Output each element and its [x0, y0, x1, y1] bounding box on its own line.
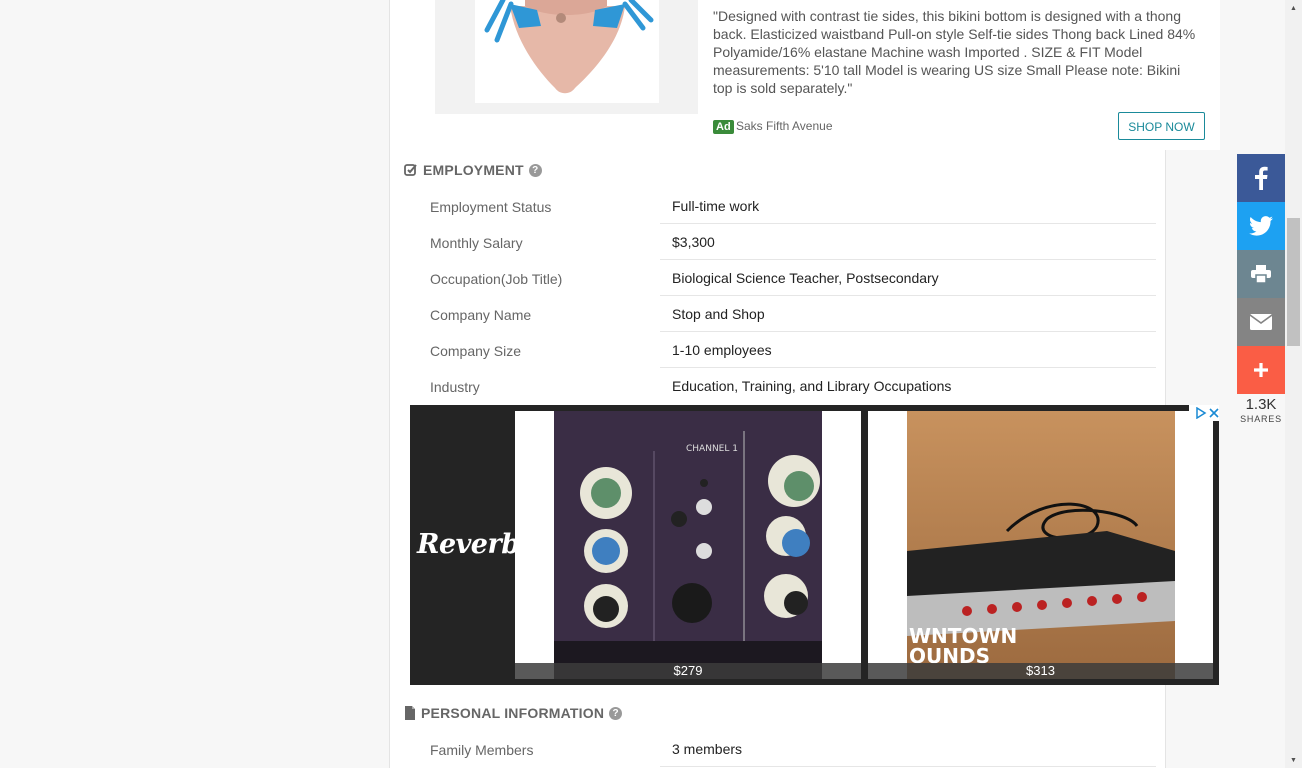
reverb-ad-banner[interactable]: Reverb CHANNEL 1 $279 WNTOWN OUNDS $313 [410, 405, 1219, 685]
facebook-icon [1255, 166, 1268, 190]
row-label: Monthly Salary [430, 235, 523, 251]
print-share-button[interactable] [1237, 250, 1285, 298]
adchoices-icon[interactable] [1195, 407, 1207, 419]
scroll-down-arrow[interactable]: ▼ [1285, 752, 1302, 768]
reverb-logo[interactable]: Reverb [417, 529, 520, 560]
twitter-icon [1249, 216, 1273, 236]
scroll-up-arrow[interactable]: ▲ [1285, 0, 1302, 16]
print-icon [1251, 265, 1271, 283]
employment-section-header: EMPLOYMENT ? [404, 162, 542, 178]
checkbox-edit-icon [404, 164, 417, 176]
row-label: Occupation(Job Title) [430, 271, 563, 287]
scrollbar[interactable]: ▲ ▼ [1285, 0, 1302, 768]
row-label: Industry [430, 379, 480, 395]
ad-description[interactable]: "Designed with contrast tie sides, this … [713, 7, 1198, 97]
ad-badge: Ad [713, 120, 734, 134]
help-icon[interactable]: ? [528, 163, 542, 177]
share-label: SHARES [1240, 414, 1282, 424]
row-value: 1-10 employees [660, 333, 1156, 368]
share-bar: 1.3K SHARES [1237, 154, 1285, 425]
table-row: Employment Status Full-time work [404, 189, 1156, 225]
plus-icon [1254, 363, 1268, 377]
more-share-button[interactable] [1237, 346, 1285, 394]
table-row: Family Members 3 members [404, 732, 1156, 768]
row-value: $3,300 [660, 225, 1156, 260]
file-icon [405, 706, 415, 720]
row-label: Employment Status [430, 199, 552, 215]
help-icon[interactable]: ? [609, 706, 623, 720]
row-value: Education, Training, and Library Occupat… [672, 378, 952, 394]
email-share-button[interactable] [1237, 298, 1285, 346]
scrollbar-thumb[interactable] [1287, 218, 1300, 346]
row-label: Family Members [430, 742, 534, 758]
product-price[interactable]: $279 [515, 663, 861, 679]
row-value: 3 members [660, 732, 1156, 767]
facebook-share-button[interactable] [1237, 154, 1285, 202]
product-price[interactable]: $313 [868, 663, 1213, 679]
row-value: Stop and Shop [660, 297, 1156, 332]
ad-sponsor-name[interactable]: Saks Fifth Avenue [736, 119, 833, 133]
twitter-share-button[interactable] [1237, 202, 1285, 250]
table-row: Monthly Salary $3,300 [404, 225, 1156, 261]
row-label: Company Size [430, 343, 522, 359]
table-row: Company Size 1-10 employees [404, 333, 1156, 369]
table-row: Occupation(Job Title) Biological Science… [404, 261, 1156, 297]
row-label: Company Name [430, 307, 532, 323]
employment-section-title: EMPLOYMENT [423, 162, 524, 178]
table-row: Industry Education, Training, and Librar… [404, 369, 1156, 405]
row-value: Biological Science Teacher, Postsecondar… [660, 261, 1156, 296]
audio-equalizer-knobs-image[interactable]: CHANNEL 1 [554, 411, 822, 679]
row-value: Full-time work [660, 189, 1156, 224]
product-card[interactable]: CHANNEL 1 $279 [515, 411, 861, 679]
shop-now-button[interactable]: SHOP NOW [1118, 112, 1205, 140]
svg-text:CHANNEL 1: CHANNEL 1 [686, 444, 738, 454]
email-icon [1250, 314, 1272, 330]
ad-image-frame[interactable] [435, 0, 698, 114]
table-row: Company Name Stop and Shop [404, 297, 1156, 333]
ad-choices[interactable] [1189, 405, 1219, 421]
close-icon[interactable] [1209, 408, 1219, 418]
rack-mount-unit-image[interactable]: WNTOWN OUNDS [907, 411, 1175, 679]
sponsored-ad-saks[interactable]: "Designed with contrast tie sides, this … [435, 0, 1220, 150]
bikini-bottom-image[interactable] [475, 0, 659, 103]
personal-section-title: PERSONAL INFORMATION [421, 705, 605, 721]
product-card[interactable]: WNTOWN OUNDS $313 [868, 411, 1213, 679]
share-count: 1.3K [1245, 396, 1277, 413]
personal-section-header: PERSONAL INFORMATION ? [404, 705, 623, 721]
